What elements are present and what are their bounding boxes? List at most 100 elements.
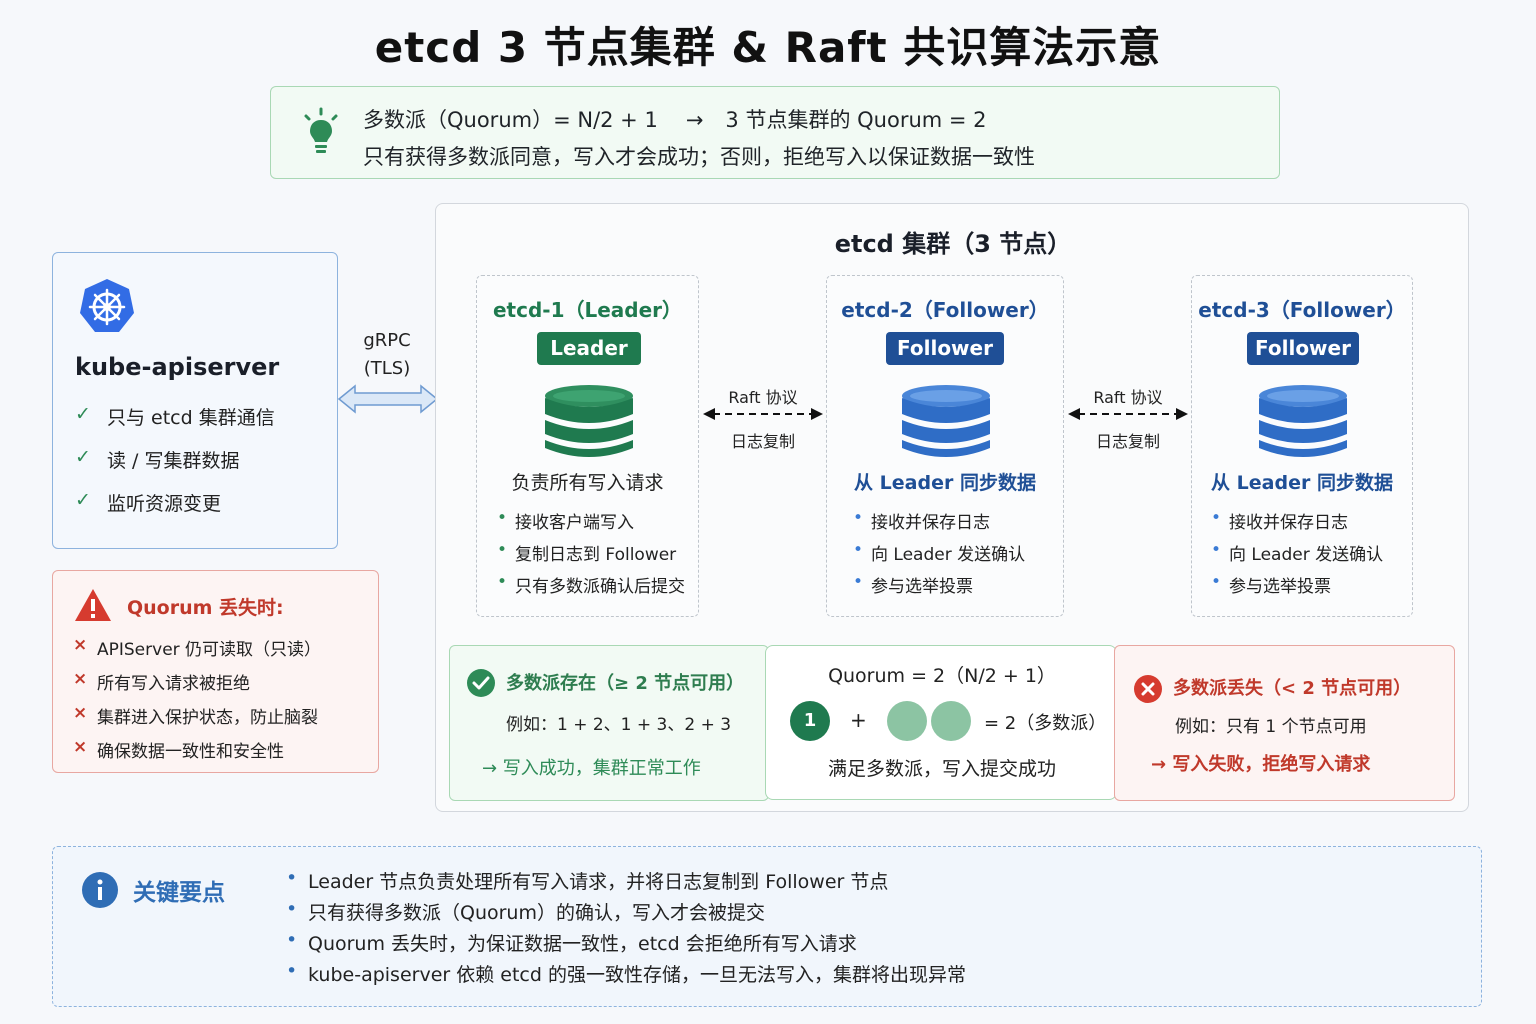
list-item: × APIServer 仍可读取（只读） bbox=[73, 635, 321, 669]
list-item: • kube-apiserver 依赖 etcd 的强一致性存储，一旦无法写入，集… bbox=[286, 960, 966, 991]
majority-lost-box: 多数派丢失（< 2 节点可用） 例如：只有 1 个节点可用 → 写入失败，拒绝写… bbox=[1114, 645, 1455, 801]
page-title: etcd 3 节点集群 & Raft 共识算法示意 bbox=[374, 23, 1162, 72]
key-points-box: 关键要点 • Leader 节点负责处理所有写入请求，并将日志复制到 Follow… bbox=[52, 846, 1482, 1007]
node-title: etcd-3（Follower） bbox=[1198, 298, 1406, 322]
etcd-node-3: etcd-3（Follower） Follower 从 Leader 同步数据 … bbox=[1191, 275, 1413, 617]
list-item: × 所有写入请求被拒绝 bbox=[73, 669, 321, 703]
majority-available-box: 多数派存在（≥ 2 节点可用） 例如：1 + 2、1 + 3、2 + 3 → 写… bbox=[449, 645, 769, 801]
quorum-definition-box: 多数派（Quorum）= N/2 + 1 → 3 节点集群的 Quorum = 2 … bbox=[270, 86, 1280, 179]
majority-lost-result: → 写入失败，拒绝写入请求 bbox=[1151, 754, 1371, 775]
bullet-icon: • bbox=[1211, 572, 1222, 592]
raft-link-2-bottom: 日志复制 bbox=[1095, 432, 1160, 451]
list-item: • 接收客户端写入 bbox=[497, 508, 685, 540]
majority-lost-title: 多数派丢失（< 2 节点可用） bbox=[1173, 678, 1412, 699]
apiserver-item: 监听资源变更 bbox=[107, 493, 222, 515]
key-point: 只有获得多数派（Quorum）的确认，写入才会被提交 bbox=[308, 902, 765, 924]
bullet-icon: • bbox=[497, 572, 508, 592]
list-item: • Quorum 丢失时，为保证数据一致性，etcd 会拒绝所有写入请求 bbox=[286, 929, 966, 960]
cross-icon: × bbox=[73, 703, 88, 723]
node-one-circle: 1 bbox=[790, 701, 830, 741]
node-duty: 接收并保存日志 bbox=[871, 513, 990, 533]
etcd-node-2: etcd-2（Follower） Follower 从 Leader 同步数据 … bbox=[826, 275, 1064, 617]
key-points-list: • Leader 节点负责处理所有写入请求，并将日志复制到 Follower 节点… bbox=[286, 867, 966, 991]
node-duty: 接收客户端写入 bbox=[515, 513, 634, 533]
node-duty-list: • 接收并保存日志 • 向 Leader 发送确认 • 参与选举投票 bbox=[853, 508, 1025, 604]
list-item: • 复制日志到 Follower bbox=[497, 540, 685, 572]
list-item: × 集群进入保护状态，防止脑裂 bbox=[73, 703, 321, 737]
quorum-lost-item: 所有写入请求被拒绝 bbox=[97, 674, 250, 694]
apiserver-title: kube-apiserver bbox=[75, 353, 280, 381]
node-duty: 向 Leader 发送确认 bbox=[1229, 545, 1384, 565]
raft-link-2-top: Raft 协议 bbox=[1093, 388, 1163, 407]
node-duty: 参与选举投票 bbox=[871, 577, 973, 597]
quorum-illustration-box: Quorum = 2（N/2 + 1） 1 + = 2（多数派） 满足多数派，写… bbox=[765, 645, 1117, 800]
list-item: • 只有多数派确认后提交 bbox=[497, 572, 685, 604]
cluster-title: etcd 集群（3 节点） bbox=[834, 230, 1072, 258]
node-duty: 只有多数派确认后提交 bbox=[515, 577, 685, 597]
list-item: • 参与选举投票 bbox=[853, 572, 1025, 604]
list-item: ✓ 只与 etcd 集群通信 bbox=[75, 403, 275, 446]
quorum-lost-list: × APIServer 仍可读取（只读） × 所有写入请求被拒绝 × 集群进入保护状态… bbox=[73, 635, 321, 771]
etcd-node-1: etcd-1（Leader） Leader 负责所有写入请求 • 接收客户端写入 … bbox=[476, 275, 699, 617]
cross-icon: × bbox=[73, 635, 88, 655]
list-item: ✓ 读 / 写集群数据 bbox=[75, 446, 275, 489]
quorum-formula: 多数派（Quorum）= N/2 + 1 bbox=[363, 108, 658, 132]
key-point: Leader 节点负责处理所有写入请求，并将日志复制到 Follower 节点 bbox=[308, 871, 889, 893]
quorum-illustration-result: 满足多数派，写入提交成功 bbox=[827, 758, 1056, 780]
majority-available-example: 例如：1 + 2、1 + 3、2 + 3 bbox=[506, 715, 732, 735]
node-duty: 复制日志到 Follower bbox=[515, 545, 677, 565]
apiserver-box: kube-apiserver ✓ 只与 etcd 集群通信 ✓ 读 / 写集群数据 … bbox=[52, 252, 338, 549]
plus-sign: + bbox=[850, 708, 867, 732]
check-icon: ✓ bbox=[75, 489, 91, 511]
grpc-double-arrow bbox=[337, 384, 439, 414]
node-subtitle: 负责所有写入请求 bbox=[511, 472, 664, 494]
quorum-arrow: → bbox=[685, 108, 704, 132]
raft-link-1-arrow bbox=[703, 408, 823, 420]
leader-badge: Leader bbox=[537, 332, 641, 365]
quorum-lost-title: Quorum 丢失时: bbox=[127, 597, 284, 619]
quorum-rule: 只有获得多数派同意，写入才会成功；否则，拒绝写入以保证数据一致性 bbox=[363, 145, 1035, 169]
apiserver-list: ✓ 只与 etcd 集群通信 ✓ 读 / 写集群数据 ✓ 监听资源变更 bbox=[75, 403, 275, 532]
bullet-icon: • bbox=[286, 960, 298, 982]
lightbulb-icon bbox=[304, 107, 338, 153]
node-circle bbox=[887, 701, 927, 741]
node-title: etcd-2（Follower） bbox=[841, 298, 1049, 322]
check-icon: ✓ bbox=[75, 446, 91, 468]
quorum-lost-item: 集群进入保护状态，防止脑裂 bbox=[97, 708, 318, 728]
database-icon bbox=[902, 385, 990, 457]
grpc-protocol: gRPC bbox=[363, 330, 411, 351]
warning-icon bbox=[75, 589, 111, 621]
apiserver-item: 读 / 写集群数据 bbox=[107, 450, 240, 472]
node-duty: 参与选举投票 bbox=[1229, 577, 1331, 597]
bullet-icon: • bbox=[497, 508, 508, 528]
apiserver-item: 只与 etcd 集群通信 bbox=[107, 407, 275, 429]
quorum-illustration-title: Quorum = 2（N/2 + 1） bbox=[828, 665, 1056, 687]
quorum-equals: = 2（多数派） bbox=[984, 713, 1107, 734]
bullet-icon: • bbox=[853, 572, 864, 592]
list-item: • 接收并保存日志 bbox=[853, 508, 1025, 540]
x-circle-icon bbox=[1134, 675, 1162, 703]
list-item: ✓ 监听资源变更 bbox=[75, 489, 275, 532]
quorum-formula-line: 多数派（Quorum）= N/2 + 1 → 3 节点集群的 Quorum = 2 bbox=[363, 104, 987, 134]
quorum-lost-item: APIServer 仍可读取（只读） bbox=[97, 640, 322, 660]
database-icon bbox=[1259, 385, 1347, 457]
follower-badge: Follower bbox=[1247, 332, 1359, 365]
node-duty-list: • 接收并保存日志 • 向 Leader 发送确认 • 参与选举投票 bbox=[1211, 508, 1383, 604]
node-duty: 向 Leader 发送确认 bbox=[871, 545, 1026, 565]
check-circle-icon bbox=[467, 669, 495, 697]
follower-badge: Follower bbox=[886, 332, 1004, 365]
node-subtitle: 从 Leader 同步数据 bbox=[854, 472, 1036, 494]
bullet-icon: • bbox=[497, 540, 508, 560]
raft-link-1-bottom: 日志复制 bbox=[730, 432, 795, 451]
kubernetes-icon bbox=[80, 279, 134, 332]
info-icon bbox=[82, 872, 118, 908]
cross-icon: × bbox=[73, 737, 88, 757]
bullet-icon: • bbox=[1211, 508, 1222, 528]
quorum-result: 3 节点集群的 Quorum = 2 bbox=[725, 108, 987, 132]
list-item: • 接收并保存日志 bbox=[1211, 508, 1383, 540]
node-circle bbox=[931, 701, 971, 741]
majority-lost-example: 例如：只有 1 个节点可用 bbox=[1175, 717, 1367, 737]
list-item: • 向 Leader 发送确认 bbox=[853, 540, 1025, 572]
check-icon: ✓ bbox=[75, 403, 91, 425]
list-item: • 只有获得多数派（Quorum）的确认，写入才会被提交 bbox=[286, 898, 966, 929]
